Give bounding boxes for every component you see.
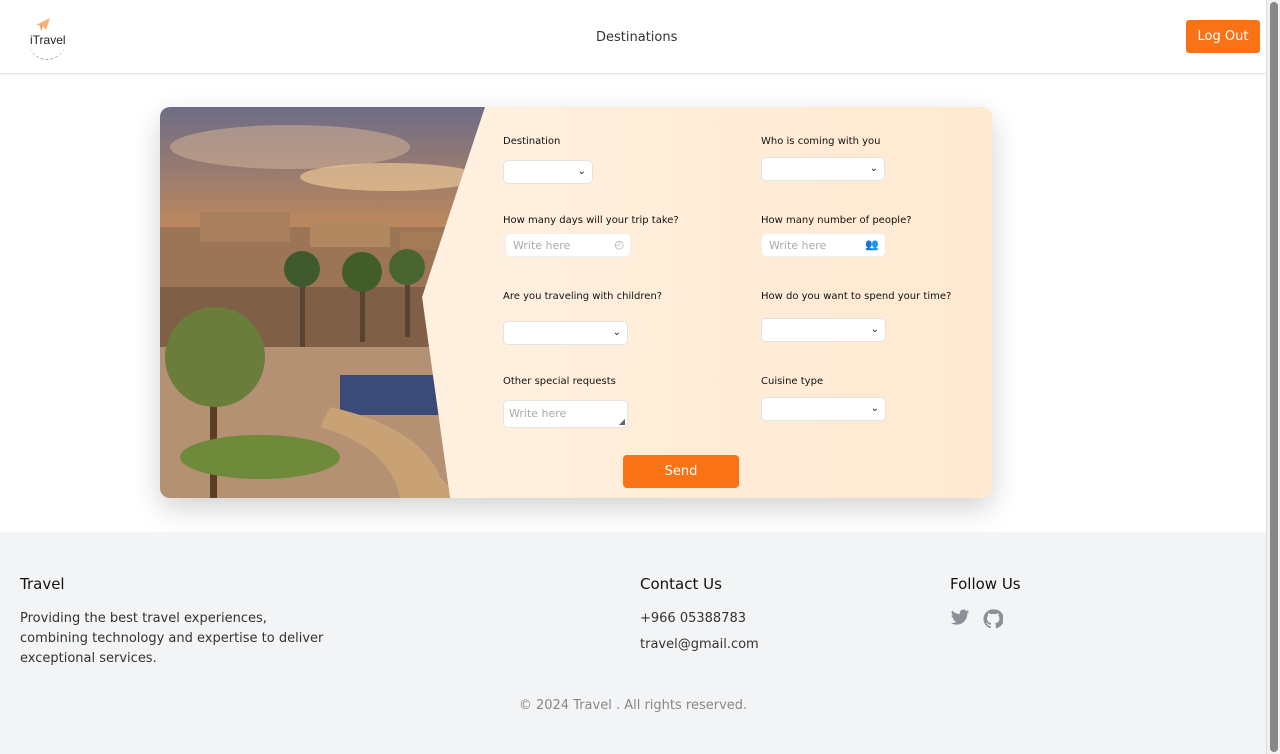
github-icon[interactable] xyxy=(983,609,1003,629)
trip-form-card: Destination ⌄ Who is coming with you ⌄ H… xyxy=(160,107,992,498)
days-input[interactable]: Write here ◴ xyxy=(505,233,631,257)
chevron-down-icon: ⌄ xyxy=(612,327,621,338)
send-button[interactable]: Send xyxy=(623,455,739,488)
logo-text: iTravel xyxy=(30,33,66,47)
chevron-down-icon: ⌄ xyxy=(869,163,878,174)
destination-label: Destination xyxy=(503,136,561,147)
time-label: How do you want to spend your time? xyxy=(761,291,952,302)
footer-follow-title: Follow Us xyxy=(950,575,1021,593)
footer-contact-title: Contact Us xyxy=(640,575,722,593)
children-select[interactable]: ⌄ xyxy=(503,321,628,345)
twitter-icon[interactable] xyxy=(950,609,970,627)
resize-handle-icon[interactable]: ◢ xyxy=(619,417,625,426)
chevron-down-icon: ⌄ xyxy=(870,324,879,335)
time-select[interactable]: ⌄ xyxy=(761,318,886,342)
cuisine-label: Cuisine type xyxy=(761,376,824,387)
requests-textarea[interactable]: Write here ◢ xyxy=(503,400,628,428)
people-placeholder: Write here xyxy=(769,239,827,252)
requests-label: Other special requests xyxy=(503,376,616,387)
top-navbar: iTravel Destinations Log Out xyxy=(0,0,1266,74)
destination-select[interactable]: ⌄ xyxy=(503,160,593,184)
logo[interactable]: iTravel xyxy=(26,16,70,60)
chevron-down-icon: ⌄ xyxy=(870,403,879,414)
scrollbar-thumb[interactable] xyxy=(1270,2,1278,752)
footer-phone: +966 05388783 xyxy=(640,611,747,626)
footer-email[interactable]: travel@gmail.com xyxy=(640,635,759,655)
days-label: How many days will your trip take? xyxy=(503,215,679,226)
footer-brand-title: Travel xyxy=(20,575,65,593)
children-label: Are you traveling with children? xyxy=(503,291,663,302)
days-placeholder: Write here xyxy=(513,239,571,252)
logout-button[interactable]: Log Out xyxy=(1186,20,1260,53)
people-label: How many number of people? xyxy=(761,215,912,226)
people-input[interactable]: Write here 👥 xyxy=(761,233,886,257)
companion-select[interactable]: ⌄ xyxy=(761,157,885,181)
requests-placeholder: Write here xyxy=(509,407,567,420)
people-icon: 👥 xyxy=(865,238,879,251)
clock-icon: ◴ xyxy=(614,238,624,251)
cuisine-select[interactable]: ⌄ xyxy=(761,397,886,421)
nav-link-destinations[interactable]: Destinations xyxy=(596,30,677,45)
footer-brand-description: Providing the best travel experiences, c… xyxy=(20,611,324,666)
chevron-down-icon: ⌄ xyxy=(577,166,586,177)
vertical-scrollbar[interactable] xyxy=(1266,0,1280,754)
companion-label: Who is coming with you xyxy=(761,136,881,147)
footer-copyright: © 2024 Travel . All rights reserved. xyxy=(518,698,748,713)
